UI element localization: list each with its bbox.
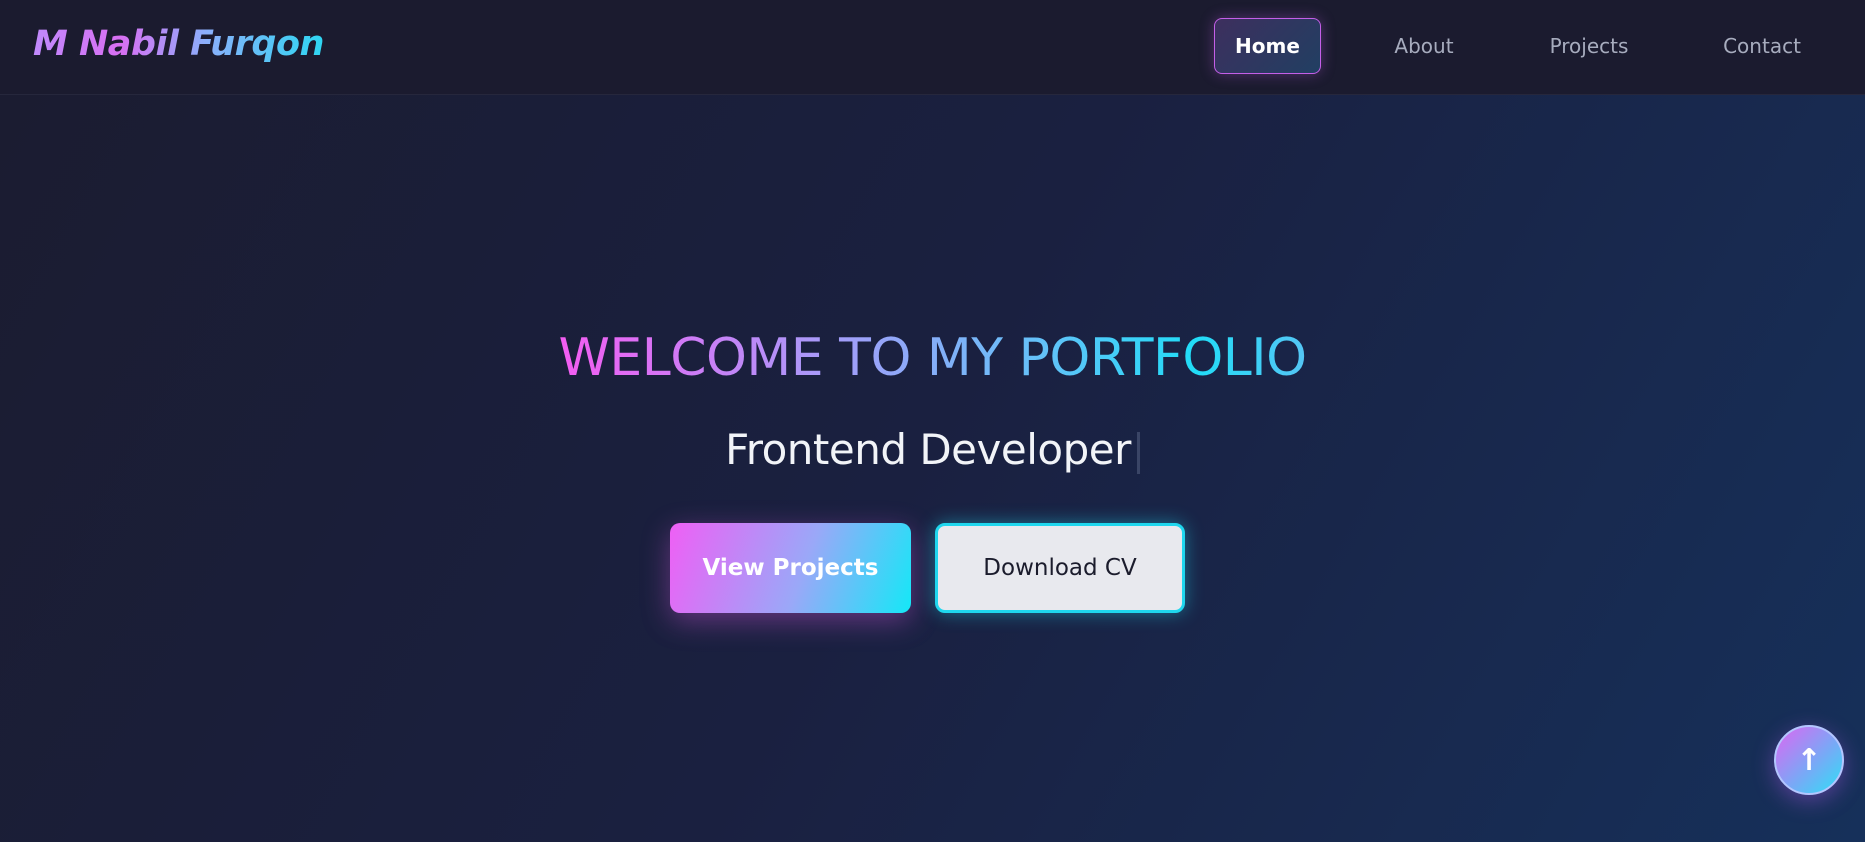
download-cv-button[interactable]: Download CV xyxy=(935,523,1185,613)
nav-link-contact[interactable]: Contact xyxy=(1715,18,1809,74)
arrow-up-icon: ↑ xyxy=(1796,742,1822,778)
navbar: M Nabil Furqon Home About Projects Conta… xyxy=(0,0,1865,95)
nav-link-home[interactable]: Home xyxy=(1214,18,1321,74)
scroll-to-top-button[interactable]: ↑ xyxy=(1774,725,1844,795)
nav-link-projects[interactable]: Projects xyxy=(1542,18,1636,74)
nav-link-about[interactable]: About xyxy=(1378,18,1470,74)
typing-cursor xyxy=(1136,431,1140,474)
brand-logo[interactable]: M Nabil Furqon xyxy=(33,24,324,64)
hero-role-text: Frontend Developer xyxy=(725,425,1131,474)
hero-title: WELCOME TO MY PORTFOLIO xyxy=(0,326,1865,390)
hero-title-text: WELCOME TO MY PORTFOLIO xyxy=(558,328,1307,388)
hero-role: Frontend Developer xyxy=(0,422,1865,478)
view-projects-button[interactable]: View Projects xyxy=(670,523,911,613)
